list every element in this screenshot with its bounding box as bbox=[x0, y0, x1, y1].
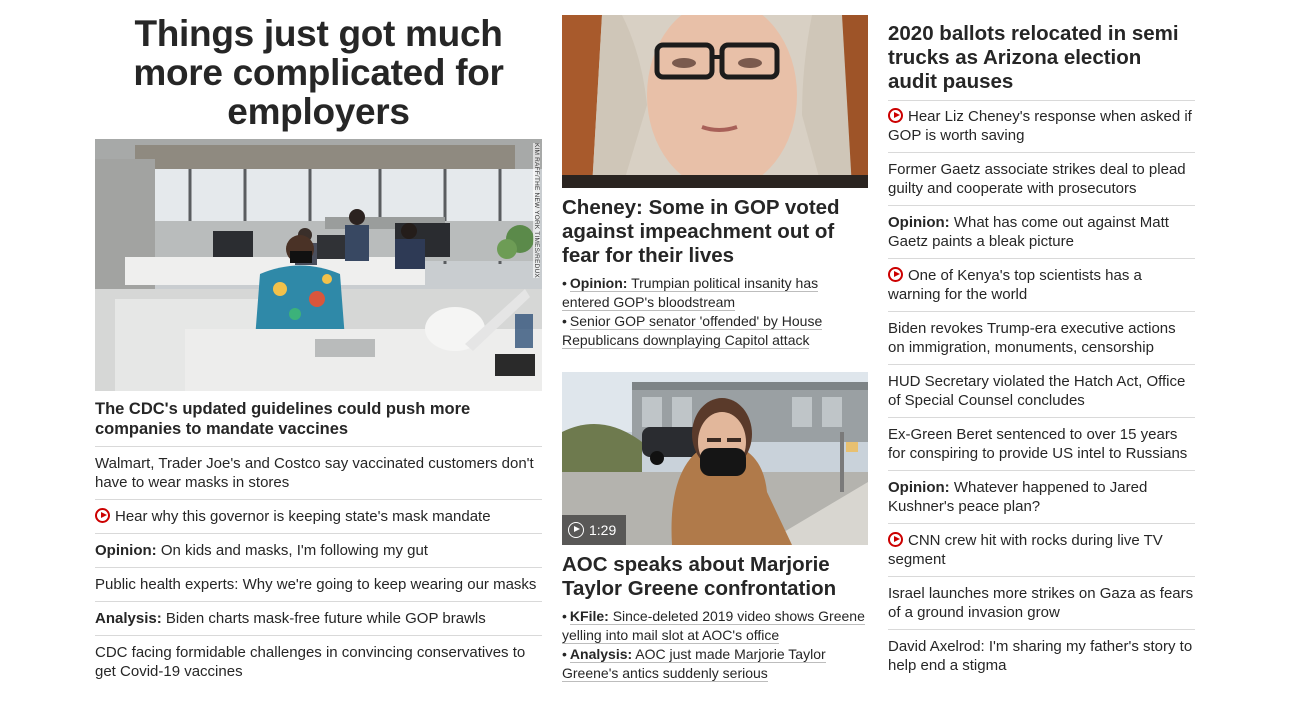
headline-link[interactable]: Hear why this governor is keeping state'… bbox=[95, 508, 491, 525]
headline-link[interactable]: Opinion: On kids and masks, I'm followin… bbox=[95, 542, 428, 559]
headline-link[interactable]: Israel launches more strikes on Gaza as … bbox=[888, 585, 1193, 621]
list-item[interactable]: Opinion: What has come out against Matt … bbox=[888, 206, 1195, 259]
list-item[interactable]: CNN crew hit with rocks during live TV s… bbox=[888, 524, 1195, 577]
list-item[interactable]: Analysis: Biden charts mask-free future … bbox=[95, 602, 542, 636]
play-video-icon bbox=[95, 508, 110, 523]
headline-link[interactable]: CNN crew hit with rocks during live TV s… bbox=[888, 532, 1163, 568]
headline-link[interactable]: Former Gaetz associate strikes deal to p… bbox=[888, 161, 1186, 197]
headline-link[interactable]: Ex-Green Beret sentenced to over 15 year… bbox=[888, 426, 1187, 462]
play-circle-icon bbox=[568, 522, 584, 538]
list-item[interactable]: Biden revokes Trump-era executive action… bbox=[888, 312, 1195, 365]
kicker-label: KFile: bbox=[569, 608, 609, 624]
cheney-photo-image bbox=[562, 15, 868, 188]
aoc-video-thumbnail[interactable]: 1:29 bbox=[562, 372, 868, 545]
arizona-audit-headline[interactable]: 2020 ballots relocated in semi trucks as… bbox=[888, 22, 1195, 94]
headline-text: Biden charts mask-free future while GOP … bbox=[165, 610, 486, 627]
kicker-label: Opinion: bbox=[888, 479, 950, 496]
office-photo-image bbox=[95, 139, 542, 391]
bullet-glyph: • bbox=[562, 275, 567, 291]
related-link[interactable]: Senior GOP senator 'offended' by House R… bbox=[562, 313, 823, 349]
list-item[interactable]: Public health experts: Why we're going t… bbox=[95, 568, 542, 602]
list-item[interactable]: Ex-Green Beret sentenced to over 15 year… bbox=[888, 418, 1195, 471]
play-video-icon bbox=[888, 532, 903, 547]
list-item[interactable]: Hear why this governor is keeping state'… bbox=[95, 500, 542, 534]
kicker-label: Analysis: bbox=[569, 646, 633, 662]
right-column: 2020 ballots relocated in semi trucks as… bbox=[888, 0, 1195, 682]
related-link[interactable]: Analysis: AOC just made Marjorie Taylor … bbox=[562, 646, 826, 682]
headline-link[interactable]: HUD Secretary violated the Hatch Act, Of… bbox=[888, 373, 1185, 409]
list-item[interactable]: CDC facing formidable challenges in conv… bbox=[95, 636, 542, 688]
list-item[interactable]: Former Gaetz associate strikes deal to p… bbox=[888, 153, 1195, 206]
right-headline-list: Hear Liz Cheney's response when asked if… bbox=[888, 100, 1195, 682]
aoc-headline[interactable]: AOC speaks about Marjorie Taylor Greene … bbox=[562, 553, 868, 601]
left-headline-list: Walmart, Trader Joe's and Costco say vac… bbox=[95, 447, 542, 688]
left-column: Things just got much more complicated fo… bbox=[95, 0, 542, 688]
photo-credit: KIM RAFF/THE NEW YORK TIMES/REDUX bbox=[533, 143, 540, 278]
related-item[interactable]: • Senior GOP senator 'offended' by House … bbox=[562, 312, 868, 350]
hero-photo-office[interactable]: KIM RAFF/THE NEW YORK TIMES/REDUX bbox=[95, 139, 542, 391]
headline-text: One of Kenya's top scientists has a warn… bbox=[888, 267, 1142, 303]
bullet-glyph: • bbox=[562, 608, 567, 624]
headline-text: Hear why this governor is keeping state'… bbox=[115, 508, 491, 525]
headline-text: On kids and masks, I'm following my gut bbox=[160, 542, 428, 559]
related-link[interactable]: KFile: Since-deleted 2019 video shows Gr… bbox=[562, 608, 865, 644]
related-item[interactable]: • KFile: Since-deleted 2019 video shows G… bbox=[562, 607, 868, 645]
play-video-icon bbox=[888, 267, 903, 282]
list-item[interactable]: Israel launches more strikes on Gaza as … bbox=[888, 577, 1195, 630]
list-item[interactable]: Hear Liz Cheney's response when asked if… bbox=[888, 101, 1195, 153]
video-duration-badge: 1:29 bbox=[562, 515, 627, 545]
play-video-icon bbox=[888, 108, 903, 123]
headline-link[interactable]: Public health experts: Why we're going t… bbox=[95, 576, 536, 593]
hero-headline-link[interactable]: Things just got much more complicated fo… bbox=[133, 13, 504, 132]
list-item[interactable]: David Axelrod: I'm sharing my father's s… bbox=[888, 630, 1195, 682]
bullet-glyph: • bbox=[562, 313, 567, 329]
cheney-headline[interactable]: Cheney: Some in GOP voted against impeac… bbox=[562, 196, 868, 268]
cheney-photo[interactable] bbox=[562, 15, 868, 188]
list-item[interactable]: HUD Secretary violated the Hatch Act, Of… bbox=[888, 365, 1195, 418]
kicker-label: Opinion: bbox=[888, 214, 950, 231]
list-item[interactable]: Opinion: Whatever happened to Jared Kush… bbox=[888, 471, 1195, 524]
related-item[interactable]: • Analysis: AOC just made Marjorie Taylor… bbox=[562, 645, 868, 683]
duration-text: 1:29 bbox=[589, 522, 617, 538]
related-link[interactable]: Opinion: Trumpian political insanity has… bbox=[562, 275, 819, 311]
headline-link[interactable]: Opinion: Whatever happened to Jared Kush… bbox=[888, 479, 1147, 515]
headline-link[interactable]: Hear Liz Cheney's response when asked if… bbox=[888, 108, 1192, 144]
kicker-label: Opinion: bbox=[95, 542, 157, 559]
related-item[interactable]: • Opinion: Trumpian political insanity ha… bbox=[562, 274, 868, 312]
headline-link[interactable]: CDC facing formidable challenges in conv… bbox=[95, 644, 525, 680]
headline-text: CNN crew hit with rocks during live TV s… bbox=[888, 532, 1163, 568]
headline-link[interactable]: Opinion: What has come out against Matt … bbox=[888, 214, 1169, 250]
list-item[interactable]: Opinion: On kids and masks, I'm followin… bbox=[95, 534, 542, 568]
list-item[interactable]: Walmart, Trader Joe's and Costco say vac… bbox=[95, 447, 542, 500]
headline-text: Hear Liz Cheney's response when asked if… bbox=[888, 108, 1192, 144]
kicker-label: Opinion: bbox=[569, 275, 628, 291]
aoc-related-list: • KFile: Since-deleted 2019 video shows G… bbox=[562, 607, 868, 683]
headline-link[interactable]: David Axelrod: I'm sharing my father's s… bbox=[888, 638, 1192, 674]
cheney-related-list: • Opinion: Trumpian political insanity ha… bbox=[562, 274, 868, 350]
list-item[interactable]: One of Kenya's top scientists has a warn… bbox=[888, 259, 1195, 312]
headline-link[interactable]: Biden revokes Trump-era executive action… bbox=[888, 320, 1176, 356]
hero-headline: Things just got much more complicated fo… bbox=[95, 0, 542, 131]
headline-link[interactable]: Analysis: Biden charts mask-free future … bbox=[95, 610, 486, 627]
headline-link[interactable]: Walmart, Trader Joe's and Costco say vac… bbox=[95, 455, 534, 491]
headline-link[interactable]: One of Kenya's top scientists has a warn… bbox=[888, 267, 1142, 303]
lead-story-link[interactable]: The CDC's updated guidelines could push … bbox=[95, 391, 542, 447]
kicker-label: Analysis: bbox=[95, 610, 162, 627]
bullet-glyph: • bbox=[562, 646, 567, 662]
middle-column: Cheney: Some in GOP voted against impeac… bbox=[562, 0, 868, 683]
